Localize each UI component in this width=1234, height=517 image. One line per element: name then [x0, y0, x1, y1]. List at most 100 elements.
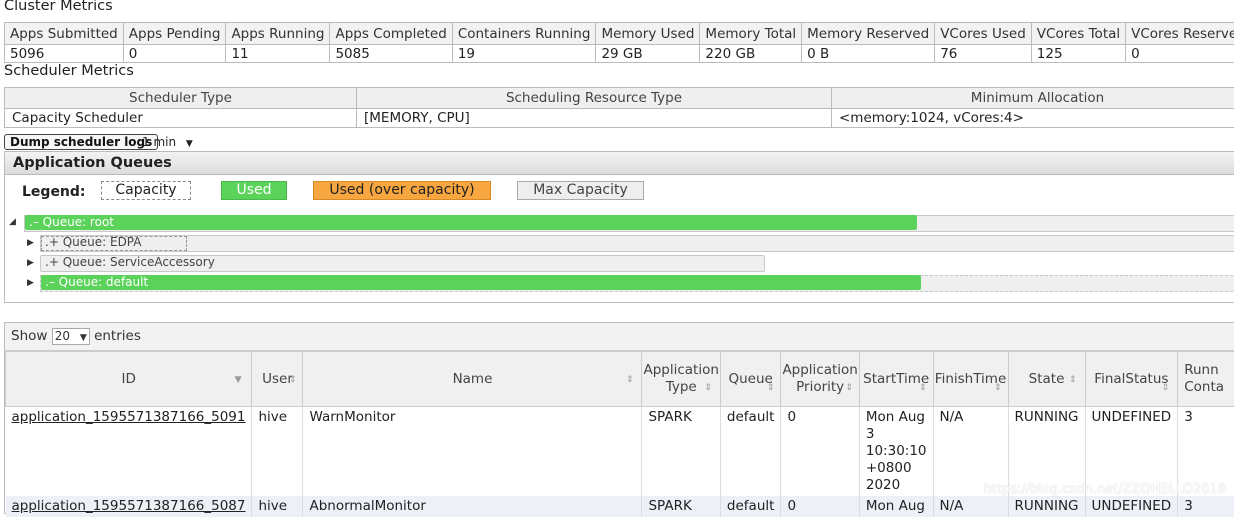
- watermark: https://blog.csdn.net/ZZQHELLO2018: [984, 482, 1226, 497]
- dump-scheduler-logs-button[interactable]: Dump scheduler logs: [4, 134, 158, 150]
- queue-default-label[interactable]: .– Queue: default: [45, 275, 148, 290]
- dump-interval-value: 1 min: [142, 135, 176, 149]
- app-id-cell[interactable]: application_1595571387166_5091: [6, 407, 252, 497]
- queue-node-icon: .–: [45, 275, 55, 289]
- priority-cell: 0: [781, 496, 859, 517]
- col-id-label: ID: [122, 371, 136, 387]
- queue-default-used-bar[interactable]: [41, 275, 921, 290]
- col-state[interactable]: State ⇕: [1008, 352, 1085, 407]
- queue-edpa-name: Queue: EDPA: [63, 235, 142, 249]
- value-vcores-reserved: 0: [1126, 45, 1234, 63]
- queue-serviceaccessory-name: Queue: ServiceAccessory: [63, 255, 215, 269]
- entries-select[interactable]: 20 ▼: [52, 328, 90, 345]
- col-running-line2: Conta: [1184, 379, 1224, 395]
- col-vcores-reserved: VCores Reserved: [1126, 23, 1234, 45]
- queue-edpa-max-bar[interactable]: [40, 235, 1234, 252]
- app-id-link[interactable]: application_1595571387166_5087: [12, 498, 246, 514]
- legend-max-capacity: Max Capacity: [517, 181, 644, 200]
- col-apps-completed: Apps Completed: [330, 23, 452, 45]
- priority-cell: 0: [781, 407, 859, 497]
- scheduler-metrics-title: Scheduler Metrics: [4, 63, 134, 79]
- starttime-part: Mon Aug: [866, 409, 925, 425]
- queue-serviceaccessory-label[interactable]: .+ Queue: ServiceAccessory: [45, 255, 215, 270]
- col-starttime[interactable]: StartTime ⇕: [859, 352, 933, 407]
- dump-interval-select[interactable]: 1 min ▼: [142, 134, 193, 150]
- sort-icon: ⇕: [289, 372, 297, 389]
- col-finalstatus[interactable]: FinalStatus ⇕: [1085, 352, 1178, 407]
- queue-expand-icon: .+: [45, 235, 59, 249]
- sort-icon: ⇕: [626, 372, 634, 389]
- application-queues-header[interactable]: Application Queues: [5, 152, 1234, 175]
- starttime-part: 2020: [866, 477, 900, 493]
- user-cell: hive: [252, 496, 303, 517]
- sort-icon: ⇕: [845, 380, 853, 397]
- app-id-link[interactable]: application_1595571387166_5091: [12, 409, 246, 425]
- queue-edpa-label[interactable]: .+ Queue: EDPA: [45, 235, 141, 250]
- col-id[interactable]: ID ▼: [6, 352, 252, 407]
- legend-used: Used: [221, 181, 287, 200]
- application-queues-panel: Application Queues Legend: Capacity Used…: [4, 151, 1234, 303]
- col-running-containers[interactable]: Runn Conta: [1178, 352, 1234, 407]
- cluster-metrics-title: Cluster Metrics: [4, 0, 113, 14]
- value-apps-submitted: 5096: [5, 45, 124, 63]
- datatable-length-control: Show 20 ▼ entries: [5, 323, 1234, 351]
- expand-triangle-icon[interactable]: ▶: [27, 278, 34, 288]
- value-memory-total: 220 GB: [700, 45, 802, 63]
- sort-icon: ⇕: [1069, 372, 1077, 389]
- col-queue[interactable]: Queue ⇕: [720, 352, 781, 407]
- col-memory-reserved: Memory Reserved: [802, 23, 935, 45]
- value-apps-pending: 0: [123, 45, 226, 63]
- starttime-cell: Mon Aug 3 10:30:10 +0800 2020: [859, 407, 933, 497]
- col-minimum-allocation: Minimum Allocation: [832, 88, 1234, 109]
- expand-triangle-icon[interactable]: ▶: [27, 258, 34, 268]
- value-memory-reserved: 0 B: [802, 45, 935, 63]
- col-finishtime[interactable]: FinishTime ⇕: [933, 352, 1008, 407]
- sort-desc-icon: ▼: [235, 372, 242, 389]
- queue-node-icon: .–: [29, 215, 39, 229]
- sort-icon: ⇕: [919, 380, 927, 397]
- running-containers-cell: 3: [1178, 496, 1234, 517]
- queue-expand-icon: .+: [45, 255, 59, 269]
- name-cell: WarnMonitor: [303, 407, 642, 497]
- expand-triangle-icon[interactable]: ▶: [27, 238, 34, 248]
- value-apps-completed: 5085: [330, 45, 452, 63]
- legend-used-over-capacity: Used (over capacity): [313, 181, 491, 200]
- col-application-priority[interactable]: Application Priority ⇕: [781, 352, 859, 407]
- col-user[interactable]: User ⇕: [252, 352, 303, 407]
- col-name[interactable]: Name ⇕: [303, 352, 642, 407]
- user-cell: hive: [252, 407, 303, 497]
- col-memory-used: Memory Used: [596, 23, 700, 45]
- finishtime-cell: N/A: [933, 496, 1008, 517]
- queue-root-used-bar[interactable]: [25, 215, 917, 230]
- queue-cell: default: [720, 496, 781, 517]
- value-scheduling-resource-type: [MEMORY, CPU]: [357, 109, 832, 128]
- starttime-cell: Mon Aug: [859, 496, 933, 517]
- col-apps-running: Apps Running: [226, 23, 330, 45]
- value-containers-running: 19: [452, 45, 596, 63]
- app-id-cell[interactable]: application_1595571387166_5087: [6, 496, 252, 517]
- type-cell: SPARK: [642, 407, 720, 497]
- value-minimum-allocation: <memory:1024, vCores:4>: [832, 109, 1234, 128]
- col-vcores-used: VCores Used: [935, 23, 1032, 45]
- value-vcores-used: 76: [935, 45, 1032, 63]
- col-finalstatus-label: FinalStatus: [1094, 371, 1168, 387]
- legend-label: Legend:: [22, 184, 86, 200]
- col-application-type[interactable]: Application Type ⇕: [642, 352, 720, 407]
- entries-label: entries: [94, 328, 141, 344]
- col-state-label: State: [1029, 371, 1065, 387]
- col-vcores-total: VCores Total: [1031, 23, 1125, 45]
- type-cell: SPARK: [642, 496, 720, 517]
- cluster-metrics-table: Apps Submitted Apps Pending Apps Running…: [4, 22, 1234, 63]
- col-scheduler-type: Scheduler Type: [5, 88, 357, 109]
- queue-root-label[interactable]: .– Queue: root: [29, 215, 114, 230]
- queue-cell: default: [720, 407, 781, 497]
- collapse-triangle-icon[interactable]: ◢: [9, 217, 16, 227]
- col-memory-total: Memory Total: [700, 23, 802, 45]
- value-scheduler-type: Capacity Scheduler: [5, 109, 357, 128]
- scheduler-metrics-table: Scheduler Type Scheduling Resource Type …: [4, 87, 1234, 128]
- col-name-label: Name: [453, 371, 493, 387]
- col-containers-running: Containers Running: [452, 23, 596, 45]
- finalstatus-cell: UNDEFINED: [1085, 496, 1178, 517]
- sort-icon: ⇕: [767, 380, 775, 397]
- dropdown-arrow-icon: ▼: [186, 139, 193, 149]
